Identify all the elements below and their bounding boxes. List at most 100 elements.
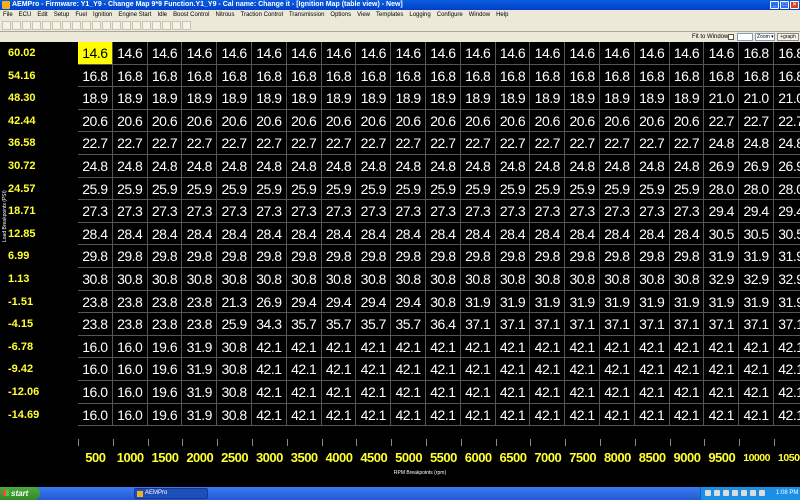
table-cell[interactable]: 42.1 <box>600 403 635 427</box>
table-cell[interactable]: 42.1 <box>495 335 531 359</box>
save-icon[interactable] <box>22 21 31 30</box>
table-cell[interactable]: 42.1 <box>460 381 496 404</box>
table-cell[interactable]: 42.1 <box>774 404 800 427</box>
table-cell[interactable]: 16.8 <box>286 64 322 88</box>
table-cell[interactable]: 30.8 <box>600 268 635 291</box>
table-cell[interactable]: 22.7 <box>147 132 183 155</box>
table-cell[interactable]: 29.4 <box>356 290 392 314</box>
table-cell[interactable]: 30.8 <box>634 268 670 291</box>
table-cell[interactable]: 16.8 <box>147 64 183 88</box>
table-cell[interactable]: 25.9 <box>495 177 531 201</box>
table-cell[interactable]: 22.7 <box>252 132 287 155</box>
table-cell[interactable]: 25.9 <box>321 177 357 201</box>
table-cell[interactable]: 21.0 <box>704 87 740 110</box>
table-cell[interactable]: 18.9 <box>356 87 392 110</box>
table-cell[interactable]: 20.6 <box>460 109 496 133</box>
table-cell[interactable]: 16.8 <box>217 64 252 88</box>
table-cell[interactable]: 18.9 <box>78 87 113 110</box>
table-cell[interactable]: 25.9 <box>78 177 113 201</box>
menu-item-idle[interactable]: Idle <box>154 10 170 20</box>
table-cell[interactable]: 29.8 <box>530 245 566 268</box>
table-cell[interactable]: 27.3 <box>182 200 218 223</box>
table-cell[interactable]: 16.8 <box>426 64 461 88</box>
table-cell[interactable]: 24.8 <box>78 155 113 178</box>
table-cell[interactable]: 42.1 <box>600 358 635 381</box>
table-cell[interactable]: 42.1 <box>634 335 670 359</box>
table-cell[interactable]: 22.7 <box>78 132 113 155</box>
table-cell[interactable]: 14.6 <box>669 42 705 65</box>
table-cell[interactable]: 25.9 <box>286 177 322 201</box>
table-cell[interactable]: 20.6 <box>530 109 566 133</box>
table-cell[interactable]: 27.3 <box>78 200 113 223</box>
table-cell[interactable]: 28.4 <box>634 222 670 246</box>
table-cell[interactable]: 18.9 <box>252 87 287 110</box>
table-cell[interactable]: 29.8 <box>565 245 600 268</box>
stop-icon[interactable] <box>132 21 141 30</box>
table-cell[interactable]: 14.6 <box>252 42 287 65</box>
table-cell[interactable]: 31.9 <box>565 290 600 314</box>
log-icon[interactable] <box>142 21 151 30</box>
table-cell[interactable]: 30.8 <box>286 268 322 291</box>
table-cell[interactable]: 30.8 <box>217 403 252 427</box>
table-cell[interactable]: 22.7 <box>321 132 357 155</box>
table-cell[interactable]: 20.6 <box>112 109 148 133</box>
paste-icon[interactable] <box>62 21 71 30</box>
table-cell[interactable]: 29.4 <box>321 290 357 314</box>
table-cell[interactable]: 16.8 <box>321 64 357 88</box>
zoom-select[interactable]: Zoom ▾ <box>755 33 775 41</box>
table-cell[interactable]: 28.4 <box>530 222 566 246</box>
table-cell[interactable]: 25.9 <box>356 177 392 201</box>
table-cell[interactable]: 19.6 <box>147 403 183 427</box>
table-cell[interactable]: 19.6 <box>147 358 183 381</box>
table-cell[interactable]: 16.8 <box>460 64 496 88</box>
table-cell[interactable]: 23.8 <box>78 313 113 336</box>
table-cell[interactable]: 16.8 <box>774 42 800 65</box>
table-cell[interactable]: 28.4 <box>112 222 148 246</box>
table-cell[interactable]: 30.8 <box>217 335 252 359</box>
table-cell[interactable]: 42.1 <box>460 358 496 381</box>
table-cell[interactable]: 37.1 <box>460 313 496 336</box>
table-cell[interactable]: 31.9 <box>182 403 218 427</box>
table-cell[interactable]: 31.9 <box>600 290 635 314</box>
table-cell[interactable]: 16.8 <box>774 65 800 88</box>
table-cell[interactable]: 42.1 <box>391 381 426 404</box>
table-cell[interactable]: 23.8 <box>147 313 183 336</box>
table-cell[interactable]: 31.9 <box>774 291 800 314</box>
table-cell[interactable]: 19.6 <box>147 381 183 404</box>
table-cell[interactable]: 42.1 <box>669 403 705 427</box>
table-cell[interactable]: 30.8 <box>495 268 531 291</box>
menu-item-fuel[interactable]: Fuel <box>72 10 90 20</box>
table-cell[interactable]: 42.1 <box>704 381 740 404</box>
table-cell[interactable]: 28.4 <box>286 222 322 246</box>
table-cell[interactable]: 42.1 <box>460 335 496 359</box>
table-cell[interactable]: 20.6 <box>495 109 531 133</box>
table-cell[interactable]: 23.8 <box>147 290 183 314</box>
table-cell[interactable]: 29.4 <box>704 200 740 223</box>
table-cell[interactable]: 18.9 <box>600 87 635 110</box>
table-cell[interactable]: 18.9 <box>391 87 426 110</box>
fit-to-window-checkbox[interactable] <box>728 34 734 40</box>
table-cell[interactable]: 18.9 <box>286 87 322 110</box>
table-cell[interactable]: 42.1 <box>530 358 566 381</box>
table-cell[interactable]: 30.8 <box>217 381 252 404</box>
table-cell[interactable]: 42.1 <box>426 381 461 404</box>
table-cell[interactable]: 29.8 <box>391 245 426 268</box>
table-cell[interactable]: 26.9 <box>774 155 800 178</box>
table-cell[interactable]: 18.9 <box>634 87 670 110</box>
table-cell[interactable]: 35.7 <box>356 313 392 336</box>
table-cell[interactable]: 14.6 <box>634 42 670 65</box>
table-cell[interactable]: 42.1 <box>704 358 740 381</box>
table-cell[interactable]: 29.8 <box>356 245 392 268</box>
table-cell[interactable]: 29.4 <box>286 290 322 314</box>
menu-item-boost-control[interactable]: Boost Control <box>170 10 212 20</box>
table-cell[interactable]: 28.4 <box>391 222 426 246</box>
table-cell[interactable]: 42.1 <box>321 381 357 404</box>
table-cell[interactable]: 27.3 <box>252 200 287 223</box>
table-cell[interactable]: 28.4 <box>321 222 357 246</box>
table-cell[interactable]: 18.9 <box>321 87 357 110</box>
menu-item-templates[interactable]: Templates <box>373 10 406 20</box>
table-cell[interactable]: 27.3 <box>426 200 461 223</box>
undo-icon[interactable] <box>72 21 81 30</box>
menu-item-configure[interactable]: Configure <box>434 10 466 20</box>
table-cell[interactable]: 18.9 <box>565 87 600 110</box>
